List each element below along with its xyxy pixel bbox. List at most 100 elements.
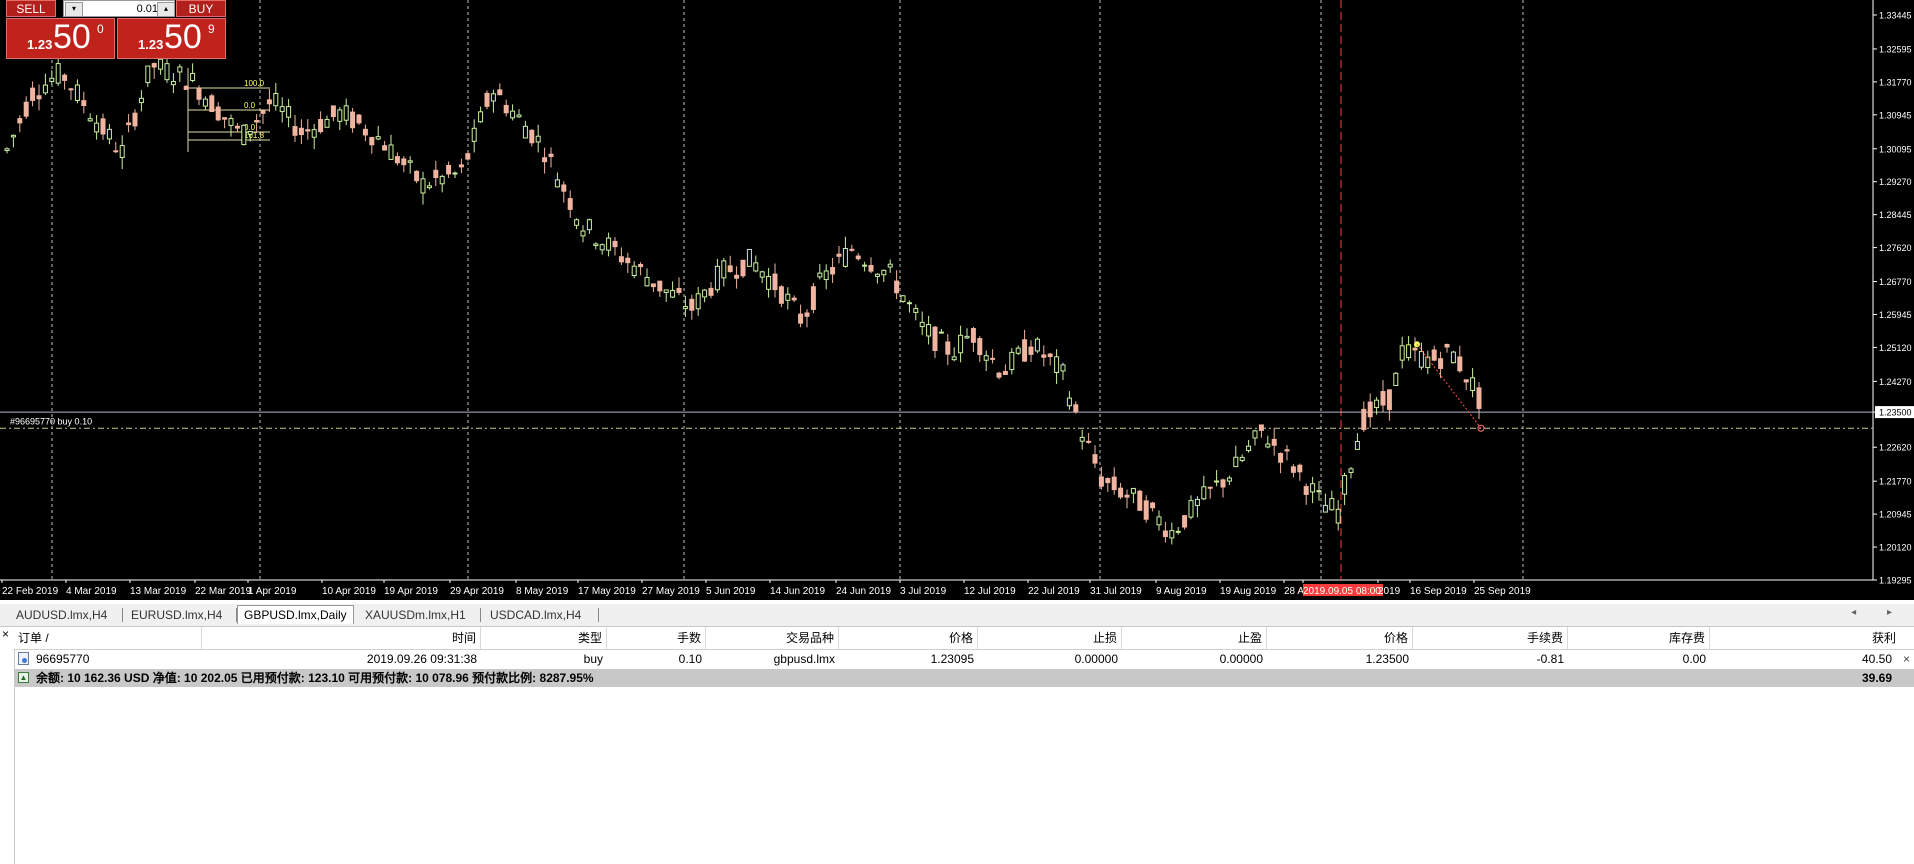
bull-candle xyxy=(1009,351,1015,371)
bear-candle xyxy=(868,264,874,272)
sell-price-big: 50 xyxy=(53,18,91,56)
tab-scroll-arrows[interactable]: ◂ ▸ xyxy=(1851,607,1906,618)
bull-candle xyxy=(695,293,701,310)
col-commission[interactable]: 手续费 xyxy=(1413,627,1568,649)
chart-canvas[interactable]: 1.33445 1.32595 1.31770 1.30945 1.30095 1.292… xyxy=(0,0,1914,600)
bear-candle xyxy=(1476,387,1482,409)
bull-candle xyxy=(938,331,944,334)
lot-stepper[interactable]: ▾ ▴ xyxy=(63,0,175,17)
price-label: 1.22620 xyxy=(1879,443,1912,453)
col-order[interactable]: 订单 / xyxy=(14,627,202,649)
sell-price-small: 1.23 xyxy=(27,37,53,52)
bear-candle xyxy=(446,164,452,175)
bear-candle xyxy=(1105,478,1111,484)
bull-candle xyxy=(766,276,772,290)
bull-candle xyxy=(286,106,292,118)
col-price[interactable]: 价格 xyxy=(1267,627,1413,649)
buy-price-button[interactable]: 1.23 50 9 xyxy=(117,18,226,59)
date-label: 9 Aug 2019 xyxy=(1156,586,1207,597)
bull-candle xyxy=(599,244,605,251)
order-type: buy xyxy=(583,652,603,666)
col-time[interactable]: 时间 xyxy=(202,627,481,649)
one-click-trading-panel: SELL ▾ ▴ BUY 1.23 50 0 1.23 50 9 xyxy=(6,0,226,60)
bear-candle xyxy=(625,257,631,264)
bull-candle xyxy=(1470,377,1476,392)
table-row[interactable]: 96695770 2019.09.26 09:31:38 buy 0.10 gb… xyxy=(14,650,1914,668)
terminal-panel: × 订单 / 时间 类型 手数 交易品种 价格 止损 止盈 价格 手续费 库存费… xyxy=(0,627,1914,864)
col-tp[interactable]: 止盈 xyxy=(1122,627,1267,649)
bear-candle xyxy=(465,153,471,160)
lot-decrease-button[interactable]: ▾ xyxy=(65,2,83,17)
bull-candle xyxy=(49,77,55,82)
col-sl[interactable]: 止损 xyxy=(978,627,1122,649)
bull-candle xyxy=(202,98,208,107)
date-label: 10 Apr 2019 xyxy=(322,586,376,597)
bull-candle xyxy=(926,324,932,337)
tab-eurusd[interactable]: EURUSD.lmx,H4 xyxy=(125,606,228,624)
bear-candle xyxy=(484,92,490,107)
bear-candle xyxy=(30,87,36,101)
bull-candle xyxy=(1175,530,1181,533)
close-icon[interactable]: × xyxy=(2,627,9,641)
bull-candle xyxy=(279,106,285,113)
bull-candle xyxy=(746,248,752,267)
sell-button[interactable]: SELL xyxy=(6,0,56,17)
bull-candle xyxy=(663,289,669,293)
lot-increase-button[interactable]: ▴ xyxy=(157,2,175,17)
tab-usdcad[interactable]: USDCAD.lmx,H4 xyxy=(484,606,587,624)
order-tp[interactable]: 0.00000 xyxy=(1122,650,1267,668)
order-time: 2019.09.26 09:31:38 xyxy=(366,652,477,666)
bull-candle xyxy=(1060,364,1066,372)
bear-candle xyxy=(1431,349,1437,361)
date-label: 24 Jun 2019 xyxy=(836,586,891,597)
bull-candle xyxy=(1310,483,1316,493)
bear-candle xyxy=(1098,476,1104,487)
bull-candle xyxy=(4,148,10,151)
col-symbol[interactable]: 交易品种 xyxy=(706,627,839,649)
bear-candle xyxy=(945,341,951,355)
bull-candle xyxy=(1034,338,1040,352)
col-profit[interactable]: 获利 xyxy=(1710,627,1914,649)
bear-candle xyxy=(401,158,407,166)
lot-input[interactable] xyxy=(84,2,160,15)
bear-candle xyxy=(132,112,138,127)
bull-candle xyxy=(554,179,560,188)
date-label: 2019 xyxy=(1378,586,1401,597)
bear-candle xyxy=(17,118,23,124)
tab-separator xyxy=(122,608,123,622)
bull-candle xyxy=(388,144,394,160)
price-chart[interactable]: 1.33445 1.32595 1.31770 1.30945 1.30095 1.292… xyxy=(0,0,1914,600)
col-lots[interactable]: 手数 xyxy=(607,627,706,649)
bull-candle xyxy=(887,263,893,268)
order-sl[interactable]: 0.00000 xyxy=(978,650,1122,668)
fib-level-label: 100.0 xyxy=(244,79,265,88)
order-ticket: 96695770 xyxy=(36,652,90,666)
bear-candle xyxy=(1047,353,1053,358)
tab-audusd[interactable]: AUDUSD.lmx,H4 xyxy=(10,606,113,624)
bear-candle xyxy=(1457,356,1463,372)
buy-button[interactable]: BUY xyxy=(176,0,226,17)
bear-candle xyxy=(305,129,311,132)
bull-candle xyxy=(311,129,317,138)
bull-candle xyxy=(138,97,144,104)
col-open-price[interactable]: 价格 xyxy=(839,627,978,649)
bull-candle xyxy=(593,243,599,246)
date-label: 22 Feb 2019 xyxy=(2,586,59,597)
tab-gbpusd[interactable]: GBPUSD.lmx,Daily xyxy=(237,605,354,624)
bear-candle xyxy=(1297,464,1303,473)
bull-candle xyxy=(190,72,196,81)
price-label: 1.32595 xyxy=(1879,44,1912,54)
bull-candle xyxy=(1425,356,1431,369)
bear-candle xyxy=(529,129,535,144)
bear-candle xyxy=(657,280,663,292)
close-order-icon[interactable]: × xyxy=(1903,650,1910,668)
bull-candle xyxy=(631,265,637,277)
bear-candle xyxy=(362,128,368,136)
bull-candle xyxy=(1079,436,1085,442)
tab-xauusd[interactable]: XAUUSDm.lmx,H1 xyxy=(359,606,472,624)
col-swap[interactable]: 库存费 xyxy=(1568,627,1710,649)
sell-price-button[interactable]: 1.23 50 0 xyxy=(6,18,115,59)
current-price-label: 1.23500 xyxy=(1879,408,1912,418)
bear-candle xyxy=(689,298,695,311)
col-type[interactable]: 类型 xyxy=(481,627,607,649)
